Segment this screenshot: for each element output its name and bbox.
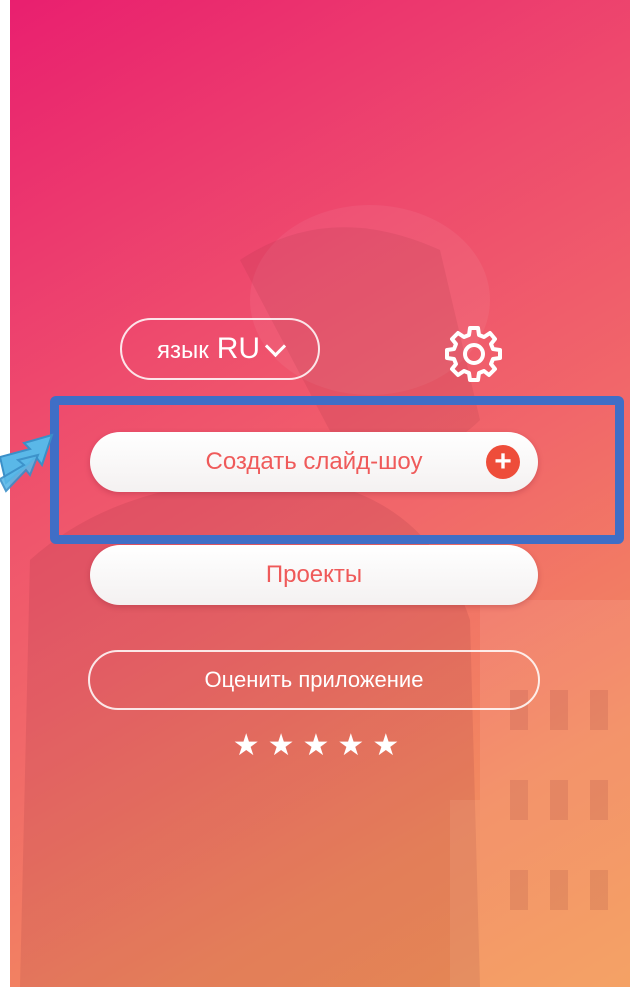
- gear-icon: [445, 326, 502, 382]
- highlight-frame: [50, 396, 624, 544]
- language-label: язык: [156, 337, 209, 364]
- language-code: RU: [216, 332, 261, 365]
- app-screenshot: язык RU Создать слайд-шоу + Проекты Оцен…: [0, 0, 631, 987]
- settings-button[interactable]: [444, 322, 504, 382]
- rate-app-button[interactable]: Оценить приложение: [88, 650, 540, 710]
- pointer-arrow-icon: [0, 433, 54, 493]
- rating-stars[interactable]: ★★★★★: [10, 728, 630, 763]
- language-selector[interactable]: язык RU: [120, 318, 320, 380]
- rate-app-label: Оценить приложение: [204, 667, 424, 692]
- chevron-down-icon: [264, 335, 287, 357]
- projects-button[interactable]: Проекты: [90, 545, 538, 605]
- projects-label: Проекты: [265, 561, 363, 588]
